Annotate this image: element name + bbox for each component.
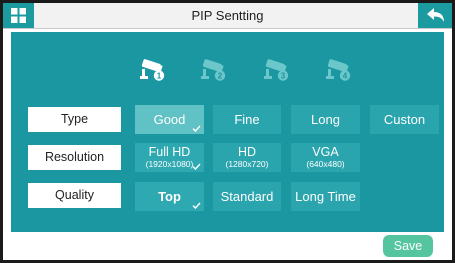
type-option-long[interactable]: Long bbox=[291, 105, 360, 134]
quality-label: Quality bbox=[28, 183, 121, 208]
svg-text:1: 1 bbox=[157, 72, 162, 81]
back-arrow-icon bbox=[427, 8, 444, 22]
resolution-label: Resolution bbox=[28, 145, 121, 170]
svg-text:3: 3 bbox=[281, 72, 286, 81]
resolution-option-hd-size: (1280x720) bbox=[225, 159, 269, 170]
grid-icon bbox=[11, 8, 26, 23]
type-option-good-label: Good bbox=[153, 112, 186, 127]
type-option-fine-label: Fine bbox=[234, 112, 260, 127]
quality-option-long-time[interactable]: Long Time bbox=[291, 182, 360, 211]
save-button[interactable]: Save bbox=[383, 235, 433, 257]
page-title: PIP Sentting bbox=[191, 8, 264, 23]
footer-bar: Save bbox=[3, 232, 452, 260]
quality-option-long-time-label: Long Time bbox=[295, 189, 356, 204]
svg-text:4: 4 bbox=[343, 72, 348, 81]
resolution-option-vga[interactable]: VGA (640x480) bbox=[291, 143, 360, 172]
resolution-option-full-hd[interactable]: Full HD (1920x1080) bbox=[135, 143, 204, 172]
resolution-option-vga-label: VGA bbox=[312, 144, 339, 159]
type-option-fine[interactable]: Fine bbox=[213, 105, 281, 134]
resolution-option-vga-size: (640x480) bbox=[306, 159, 345, 170]
quality-option-top[interactable]: Top bbox=[135, 182, 204, 211]
resolution-option-full-hd-label: Full HD bbox=[148, 144, 191, 159]
resolution-option-hd[interactable]: HD (1280x720) bbox=[213, 143, 281, 172]
quality-option-top-label: Top bbox=[158, 189, 181, 204]
type-option-custon[interactable]: Custon bbox=[370, 105, 439, 134]
type-option-good[interactable]: Good bbox=[135, 105, 204, 134]
check-icon bbox=[192, 125, 201, 132]
camera-4-icon[interactable]: 4 bbox=[322, 56, 352, 82]
pip-setting-screen: PIP Sentting 1 2 3 4 Type Good Fine Long… bbox=[3, 3, 452, 260]
svg-text:2: 2 bbox=[218, 72, 223, 81]
resolution-option-hd-label: HD bbox=[237, 144, 257, 159]
check-icon bbox=[192, 163, 201, 170]
back-button[interactable] bbox=[418, 3, 452, 28]
camera-1-icon[interactable]: 1 bbox=[136, 56, 166, 82]
type-option-custon-label: Custon bbox=[383, 112, 426, 127]
camera-2-icon[interactable]: 2 bbox=[197, 56, 227, 82]
menu-button[interactable] bbox=[3, 3, 34, 28]
settings-panel: 1 2 3 4 Type Good Fine Long Custon Resol… bbox=[11, 32, 444, 232]
quality-option-standard-label: Standard bbox=[220, 189, 274, 204]
check-icon bbox=[192, 202, 201, 209]
type-option-long-label: Long bbox=[311, 112, 340, 127]
type-label: Type bbox=[28, 107, 121, 132]
camera-3-icon[interactable]: 3 bbox=[260, 56, 290, 82]
header-bar: PIP Sentting bbox=[3, 3, 452, 29]
quality-option-standard[interactable]: Standard bbox=[213, 182, 281, 211]
